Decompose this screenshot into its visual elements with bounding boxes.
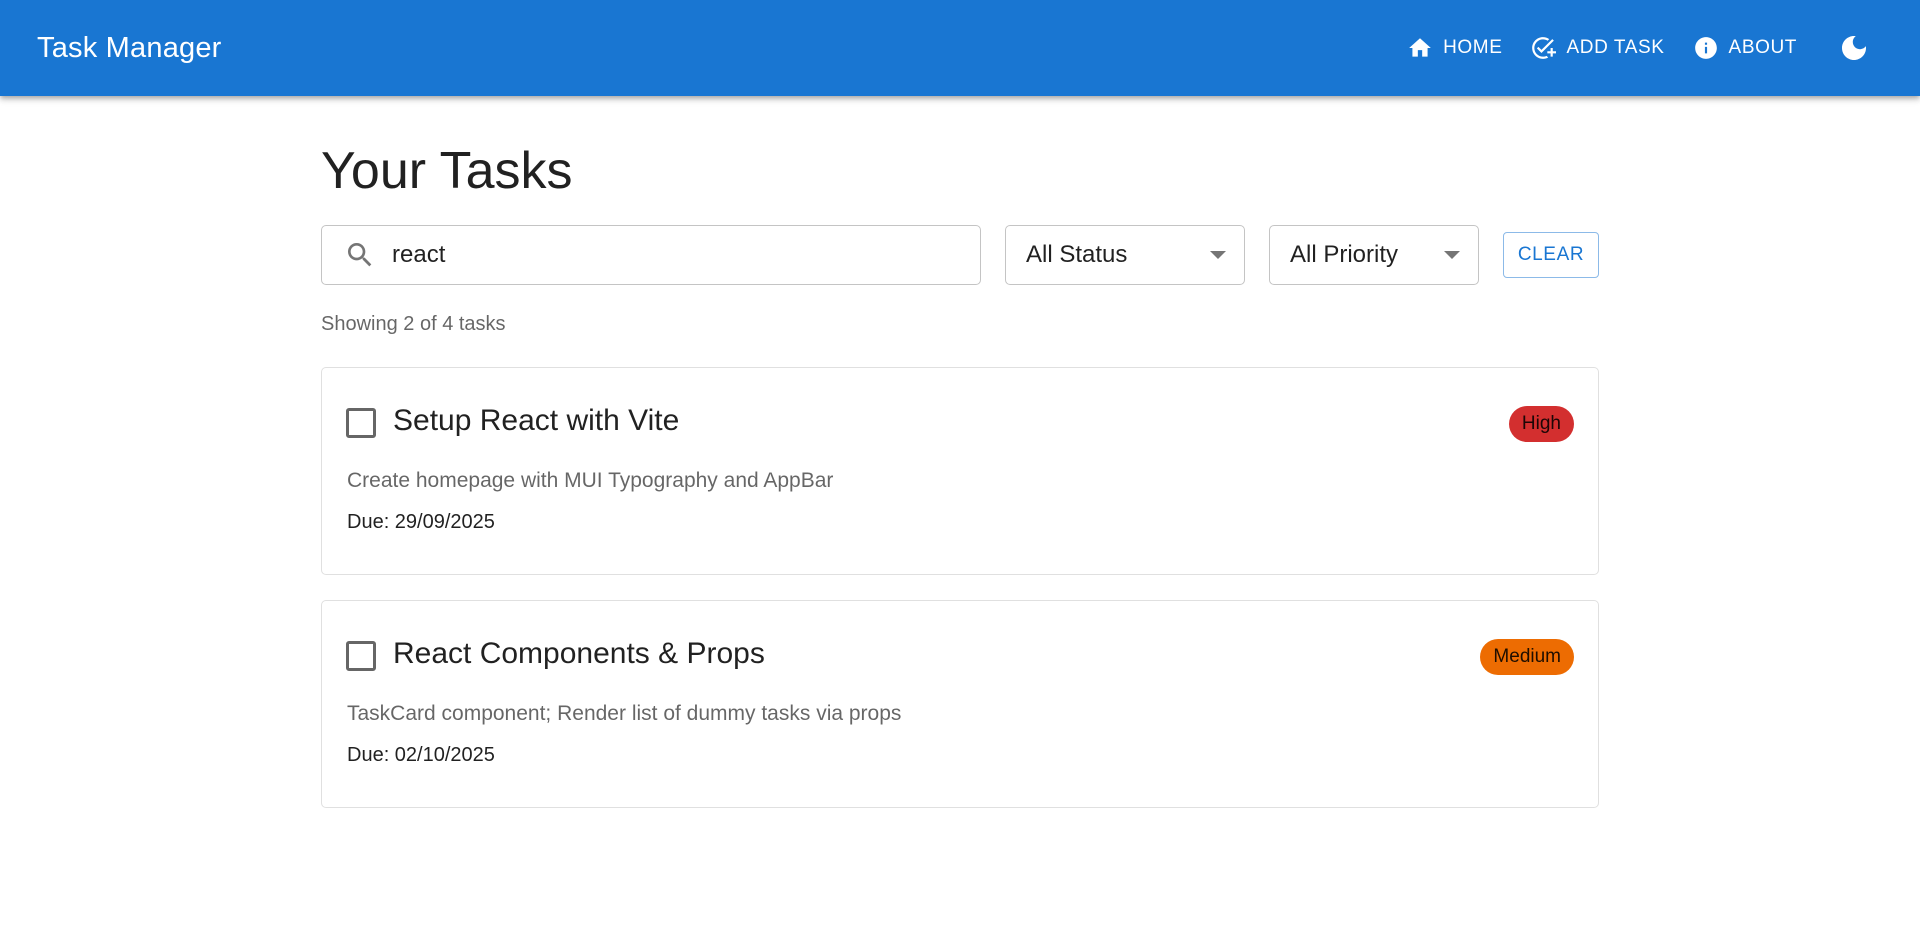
nav-add-task-button[interactable]: ADD TASK	[1516, 25, 1678, 71]
priority-badge: High	[1508, 406, 1574, 442]
filter-bar: All Status All Priority CLEAR	[321, 225, 1599, 285]
add-task-icon	[1532, 37, 1557, 59]
status-filter-value: All Status	[1026, 241, 1128, 268]
task-card: React Components & Props Medium TaskCard…	[321, 600, 1599, 808]
status-filter-select[interactable]: All Status	[1005, 225, 1245, 285]
task-title: Setup React with Vite	[393, 404, 680, 437]
nav-home-label: HOME	[1443, 37, 1503, 58]
nav-home-button[interactable]: HOME	[1393, 25, 1516, 71]
app-title: Task Manager	[37, 31, 222, 64]
search-field[interactable]	[321, 225, 981, 285]
priority-filter-value: All Priority	[1290, 241, 1399, 268]
search-input[interactable]	[392, 241, 952, 269]
search-icon	[348, 243, 372, 267]
task-description: Create homepage with MUI Typography and …	[347, 469, 834, 492]
page-title: Your Tasks	[321, 142, 573, 200]
task-title: React Components & Props	[393, 637, 765, 670]
priority-badge: Medium	[1480, 639, 1574, 675]
task-complete-checkbox[interactable]	[346, 408, 376, 438]
task-due-date: Due: 29/09/2025	[347, 511, 495, 533]
task-card: Setup React with Vite High Create homepa…	[321, 367, 1599, 575]
task-complete-checkbox[interactable]	[346, 641, 376, 671]
theme-toggle-button[interactable]	[1825, 19, 1883, 77]
nav-about-label: ABOUT	[1728, 37, 1797, 58]
clear-filters-button[interactable]: CLEAR	[1503, 232, 1599, 278]
priority-filter-select[interactable]: All Priority	[1269, 225, 1479, 285]
task-due-date: Due: 02/10/2025	[347, 744, 495, 766]
task-description: TaskCard component; Render list of dummy…	[347, 702, 902, 725]
priority-dropdown-arrow-icon	[1444, 251, 1460, 259]
home-icon	[1409, 38, 1431, 57]
results-count: Showing 2 of 4 tasks	[321, 313, 506, 335]
nav-about-button[interactable]: ABOUT	[1679, 25, 1811, 71]
info-icon	[1694, 37, 1717, 59]
app-bar: Task Manager HOME ADD TASK ABOUT	[0, 0, 1920, 96]
status-dropdown-arrow-icon	[1210, 251, 1226, 259]
nav-add-task-label: ADD TASK	[1566, 37, 1665, 58]
dark-mode-moon-icon	[1842, 36, 1866, 60]
